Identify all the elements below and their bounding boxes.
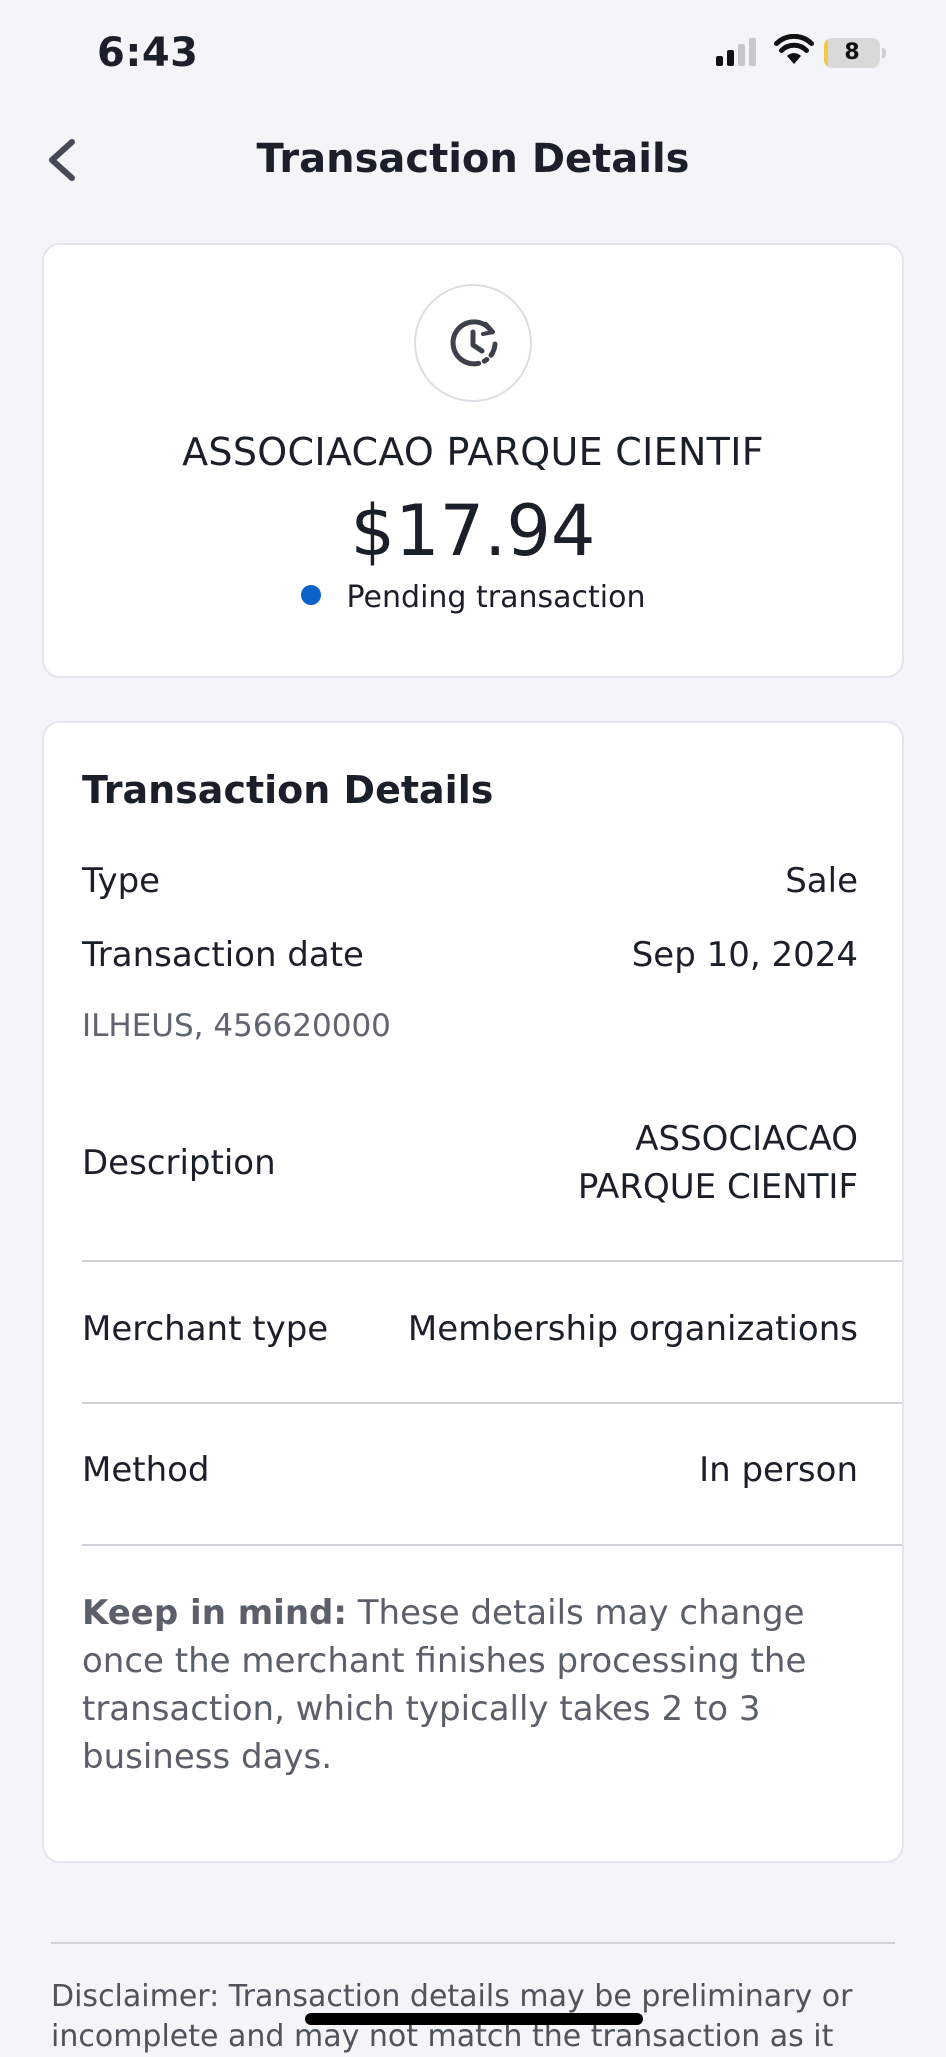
type-value: Sale: [785, 861, 858, 901]
method-value: In person: [699, 1450, 858, 1490]
status-time: 6:43: [97, 30, 199, 76]
page-title: Transaction Details: [256, 136, 690, 182]
status-bar: 6:43 8: [0, 0, 946, 100]
details-heading: Transaction Details: [82, 768, 494, 812]
signal-icon: [716, 38, 756, 66]
transaction-location: ILHEUS, 456620000: [82, 1008, 391, 1044]
type-label: Type: [82, 861, 161, 901]
status-text: Pending transaction: [346, 580, 646, 615]
method-label: Method: [82, 1450, 210, 1490]
transaction-date-label: Transaction date: [82, 935, 364, 975]
keep-in-mind-note: Keep in mind: These details may change o…: [82, 1589, 872, 1781]
wifi-icon: [774, 34, 814, 64]
home-indicator: [305, 2013, 643, 2025]
divider: [82, 1402, 902, 1404]
pending-clock-icon: [450, 319, 498, 367]
battery-level: 8: [844, 40, 860, 65]
status-badge: Pending transaction: [44, 580, 902, 615]
battery-icon: 8: [824, 38, 886, 68]
divider: [82, 1260, 902, 1262]
transaction-date-value: Sep 10, 2024: [631, 935, 858, 975]
nav-bar: Transaction Details: [0, 110, 946, 210]
keep-in-mind-label: Keep in mind:: [82, 1593, 347, 1633]
status-dot: [300, 584, 321, 605]
merchant-type-label: Merchant type: [82, 1309, 329, 1349]
merchant-type-value: Membership organizations: [407, 1309, 858, 1349]
divider: [51, 1942, 895, 1944]
merchant-name: ASSOCIACAO PARQUE CIENTIF: [182, 430, 764, 474]
description-value-line1: ASSOCIACAO: [635, 1119, 858, 1159]
pending-clock-badge: [414, 284, 532, 402]
transaction-details-card: Transaction Details Type Sale Transactio…: [42, 721, 904, 1863]
divider: [82, 1544, 902, 1546]
transaction-amount: $17.94: [350, 490, 596, 572]
description-label: Description: [82, 1143, 276, 1183]
description-value-line2: PARQUE CIENTIF: [577, 1167, 858, 1207]
transaction-summary-card: ASSOCIACAO PARQUE CIENTIF $17.94 Pending…: [42, 243, 904, 678]
